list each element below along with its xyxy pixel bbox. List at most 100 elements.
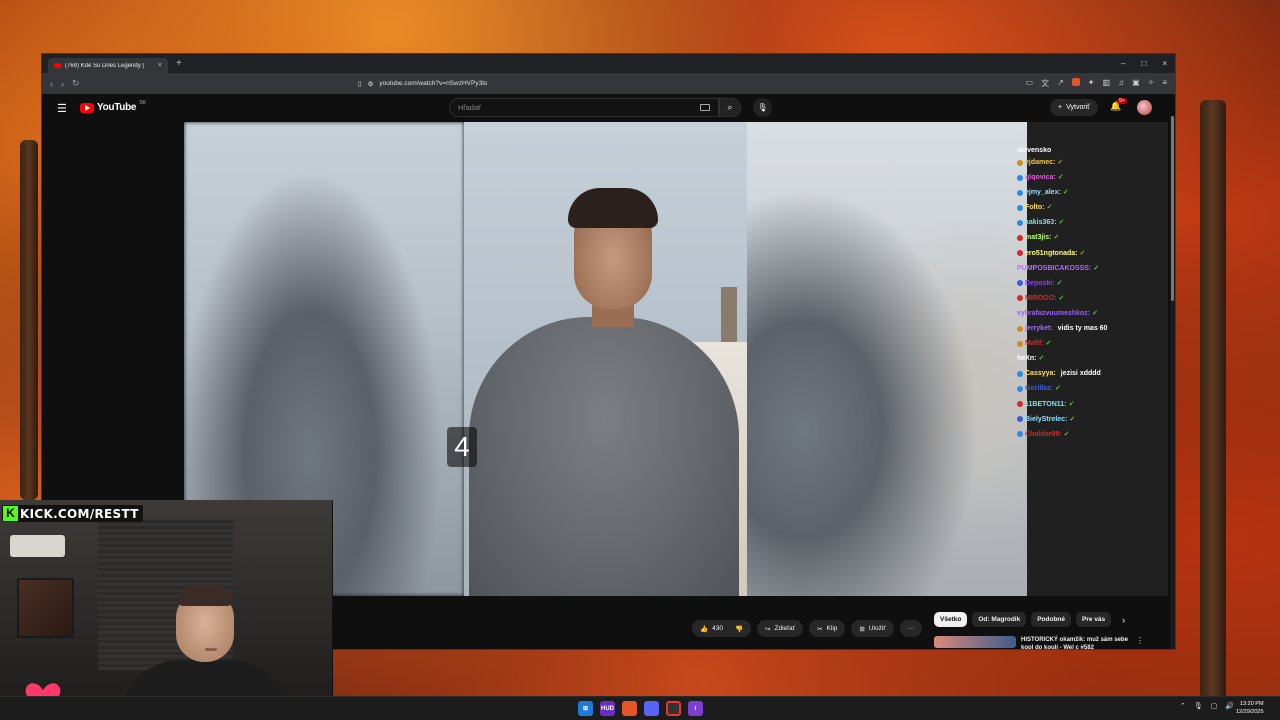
tab-title: (769) Kde Sú Dnes Legendy ( bbox=[65, 62, 145, 69]
like-button[interactable]: 👍 430 👎 bbox=[692, 620, 752, 637]
back-icon[interactable]: ‹ bbox=[50, 79, 53, 89]
emote-icon: ✓ bbox=[1057, 159, 1064, 166]
chat-username[interactable]: ejmy_alex: bbox=[1025, 185, 1061, 200]
save-button[interactable]: ⊞ Uložiť bbox=[851, 620, 894, 637]
network-icon[interactable]: ▢ bbox=[1211, 702, 1218, 710]
close-window-button[interactable]: × bbox=[1162, 59, 1167, 68]
puzzle-icon[interactable]: ✦ bbox=[1088, 78, 1095, 89]
sidebar-icon[interactable]: ▥ bbox=[1103, 78, 1111, 89]
chat-username[interactable]: Gorillaz: bbox=[1025, 381, 1053, 396]
app-hud-icon[interactable]: HUD bbox=[600, 701, 615, 716]
url-text[interactable]: youtube.com/watch?v=nSwzHVPy3ts bbox=[379, 80, 487, 87]
reload-icon[interactable]: ↻ bbox=[72, 78, 80, 89]
chat-username[interactable]: ejdamec: bbox=[1025, 155, 1055, 170]
browser-tab[interactable]: (769) Kde Sú Dnes Legendy ( × bbox=[48, 58, 168, 73]
chip-for-you[interactable]: Pre vás bbox=[1076, 612, 1112, 627]
chat-username[interactable]: Cassyya: bbox=[1025, 366, 1056, 381]
chat-username[interactable]: Mafif: bbox=[1025, 336, 1044, 351]
discord-icon[interactable] bbox=[644, 701, 659, 716]
chat-badge-icon bbox=[1017, 159, 1023, 166]
chat-username[interactable]: qiqovica: bbox=[1025, 170, 1056, 185]
search-input[interactable]: Hľadať bbox=[449, 98, 719, 117]
taskbar-clock[interactable]: 13:20 PM 12/29/2025 bbox=[1236, 700, 1264, 716]
tree-trunk bbox=[1200, 100, 1226, 700]
voice-search-button[interactable]: 🎙 bbox=[753, 98, 772, 117]
chat-badge-icon bbox=[1017, 385, 1023, 392]
minimize-button[interactable]: – bbox=[1121, 59, 1125, 68]
keyboard-icon[interactable] bbox=[700, 104, 710, 111]
clock-time: 13:20 PM bbox=[1239, 701, 1264, 707]
create-label: Vytvoriť bbox=[1066, 104, 1090, 111]
chat-badge-icon bbox=[1017, 219, 1023, 226]
chat-username[interactable]: 11BETON11: bbox=[1025, 397, 1067, 412]
chat-username[interactable]: Deposki: bbox=[1025, 276, 1055, 291]
chat-username[interactable]: Folto: bbox=[1025, 200, 1044, 215]
chat-username[interactable]: vyhrafazvuumeshkoz: bbox=[1017, 306, 1090, 321]
create-button[interactable]: + Vytvoriť bbox=[1050, 99, 1098, 116]
tree-trunk bbox=[20, 140, 38, 500]
video-frame bbox=[464, 122, 747, 596]
brave-shield-icon[interactable] bbox=[1071, 78, 1080, 86]
video-thumbnail[interactable] bbox=[934, 636, 1016, 648]
search-button[interactable]: ⌕ bbox=[719, 98, 741, 117]
chat-username[interactable]: ero51ngtonada: bbox=[1025, 246, 1078, 261]
chat-username[interactable]: PUMPOSBICAKOSSS: bbox=[1017, 261, 1091, 276]
chat-message: 11BETON11: ✓ bbox=[1017, 397, 1127, 412]
chat-username[interactable]: jerryket: bbox=[1025, 321, 1053, 336]
chimney bbox=[721, 287, 737, 347]
chat-message: Mafif: ✓ bbox=[1017, 336, 1127, 351]
windows-start-icon[interactable]: ⊞ bbox=[578, 701, 593, 716]
tray-chevron-icon[interactable]: ⌃ bbox=[1180, 702, 1186, 710]
recommended-video[interactable]: HISTORICKÝ okamžik: muž sám sebe kopl do… bbox=[934, 636, 1144, 649]
chat-username[interactable]: Cholder99: bbox=[1025, 427, 1062, 442]
obs-icon[interactable] bbox=[666, 701, 681, 716]
youtube-logo[interactable]: YouTube SK bbox=[80, 100, 146, 113]
emote-icon: ✓ bbox=[1058, 294, 1065, 302]
clip-button[interactable]: ✂ Klip bbox=[809, 620, 846, 637]
new-tab-button[interactable]: + bbox=[176, 58, 182, 69]
share-button[interactable]: ↪ Zdieľať bbox=[757, 620, 804, 637]
account-avatar[interactable] bbox=[1137, 100, 1152, 115]
cast-icon[interactable]: ▭ bbox=[1026, 78, 1034, 89]
media-icon[interactable]: ♫ bbox=[1118, 78, 1124, 89]
recommended-title[interactable]: HISTORICKÝ okamžik: muž sám sebe kopl do… bbox=[1021, 636, 1131, 649]
mic-tray-icon[interactable]: 🎙 bbox=[1194, 702, 1203, 710]
video-blur-right bbox=[747, 122, 1027, 596]
menu-icon[interactable]: ≡ bbox=[1162, 78, 1167, 89]
page-scrollbar[interactable] bbox=[1170, 116, 1175, 649]
leo-icon[interactable]: ✧ bbox=[1148, 78, 1155, 89]
forward-icon[interactable]: › bbox=[61, 79, 64, 89]
close-tab-icon[interactable]: × bbox=[158, 62, 162, 69]
share-icon[interactable]: ↗ bbox=[1057, 78, 1064, 89]
chat-username[interactable]: heXn: bbox=[1017, 351, 1036, 366]
maximize-button[interactable]: □ bbox=[1141, 59, 1146, 68]
chat-username[interactable]: mat3jis: bbox=[1025, 230, 1051, 245]
save-icon: ⊞ bbox=[859, 625, 865, 633]
scrollbar-thumb[interactable] bbox=[1171, 116, 1174, 301]
site-info-icon[interactable]: ⚙ bbox=[368, 80, 374, 88]
translate-icon[interactable]: 文 bbox=[1041, 78, 1049, 89]
wallet-icon[interactable]: ▣ bbox=[1132, 78, 1140, 89]
chip-from-channel[interactable]: Od: Magrodik bbox=[972, 612, 1027, 627]
chat-username[interactable]: BielyStrelec: bbox=[1025, 412, 1067, 427]
chat-badge-icon bbox=[1017, 174, 1023, 181]
thumbs-down-icon[interactable]: 👎 bbox=[735, 625, 743, 633]
emote-icon: ✓ bbox=[1069, 415, 1076, 423]
chat-badge-icon bbox=[1017, 204, 1023, 211]
brave-browser-icon[interactable] bbox=[622, 701, 637, 716]
chip-all[interactable]: Všetko bbox=[934, 612, 968, 627]
volume-icon[interactable]: 🔊 bbox=[1225, 702, 1234, 710]
chip-related[interactable]: Podobné bbox=[1031, 612, 1072, 627]
youtube-logo-text: YouTube bbox=[97, 102, 137, 113]
bookmark-icon[interactable]: ▯ bbox=[358, 80, 362, 88]
kebab-menu-icon[interactable]: ⋮ bbox=[1136, 636, 1144, 649]
chat-username[interactable]: kakis363: bbox=[1025, 215, 1057, 230]
twitch-icon[interactable]: / bbox=[688, 701, 703, 716]
emote-icon: ✓ bbox=[1062, 189, 1069, 197]
hamburger-menu-icon[interactable]: ☰ bbox=[57, 102, 67, 115]
chevron-right-icon[interactable]: › bbox=[1122, 615, 1125, 625]
url-field[interactable]: ▯ ⚙ youtube.com/watch?v=nSwzHVPy3ts bbox=[358, 80, 487, 88]
chat-username[interactable]: MIROOO: bbox=[1025, 291, 1057, 306]
more-actions-button[interactable]: ··· bbox=[899, 620, 923, 637]
emote-icon: ✓ bbox=[1058, 219, 1065, 227]
